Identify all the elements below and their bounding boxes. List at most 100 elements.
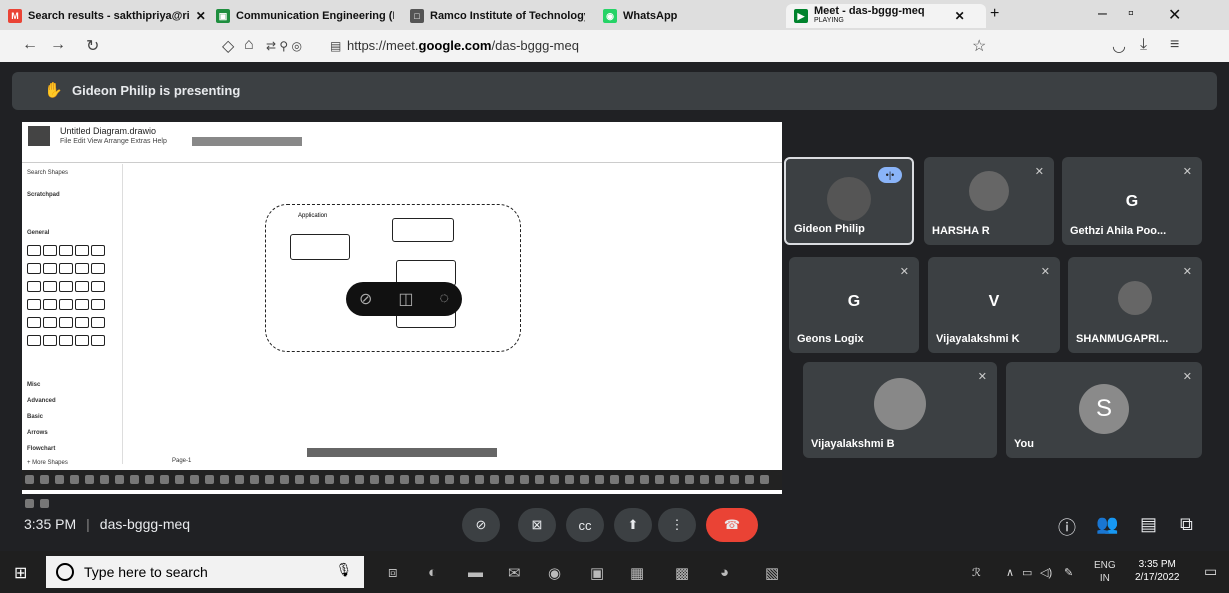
section-label: General [27,230,50,236]
more-options-button[interactable]: ⋮ [658,508,696,542]
participant-tile[interactable]: ✕ SHANMUGAPRI... [1068,257,1202,353]
shield-icon[interactable]: ◇ [222,36,234,56]
permissions-icon[interactable]: ⇄ ⚲ ◎ [266,39,302,53]
mic-off-icon: ✕ [1040,266,1050,278]
maximize-button[interactable]: ▫ [1128,5,1134,23]
meeting-code: das-bggg-meq [99,516,191,532]
file-explorer-icon[interactable]: ▬ [468,564,483,581]
new-tab-button[interactable]: + [990,5,999,23]
mic-off-icon: ✕ [977,371,987,383]
captions-button[interactable]: cc [566,508,604,542]
shared-screen: Untitled Diagram.drawio File Edit View A… [22,122,782,508]
drawio-logo [28,126,50,146]
section-label: Misc [27,382,41,388]
more-vert-icon: ⋮ [670,517,684,532]
firefox-icon[interactable]: ◕ [720,564,729,581]
mail-icon[interactable]: ✉ [508,564,521,582]
participant-tile[interactable]: •|• Gideon Philip [784,157,914,245]
self-tile[interactable]: S ✕ You [1006,362,1202,458]
participant-tile[interactable]: G ✕ Gethzi Ahila Poo... [1062,157,1202,245]
notification-icon[interactable]: ▭ [1204,563,1217,580]
people-tray-icon[interactable]: ℛ [972,566,981,579]
people-icon[interactable]: 👥 [1096,514,1118,535]
meeting-time: 3:35 PM [24,516,77,532]
participant-tile[interactable]: G ✕ Geons Logix [789,257,919,353]
camera-off-icon: ⊠ [531,517,543,532]
site-icon: □ [410,9,424,23]
volume-icon[interactable]: ◁) [1040,566,1052,579]
cortana-icon [56,563,74,581]
diagram-node [392,218,454,242]
mic-off-icon: ✕ [1182,371,1192,383]
taskbar-clock[interactable]: 3:35 PM 2/17/2022 [1135,558,1180,584]
chevron-up-icon[interactable]: ∧ [1006,566,1014,579]
url-field[interactable]: https://meet.google.com/das-bggg-meq [347,38,579,53]
camera-off-icon: ◫ [398,291,414,308]
avatar [874,378,926,430]
close-icon[interactable]: ✕ [777,9,778,23]
participant-tile[interactable]: V ✕ Vijayalakshmi K [928,257,1060,353]
participant-initial: V [988,293,1000,310]
doc-title: Untitled Diagram.drawio [60,126,157,136]
chrome-icon[interactable]: ◉ [548,564,561,582]
menu-icon[interactable]: ≡ [1170,36,1179,54]
language-indicator[interactable]: ENG IN [1094,559,1116,585]
sharing-notice [307,448,497,457]
windows-start-icon[interactable]: ⊞ [14,563,27,583]
back-icon[interactable]: ← [22,36,38,54]
tab-ramco[interactable]: □ Ramco Institute of Technology ✕ [410,4,585,28]
taskbar-search-box[interactable]: Type here to search 🎙 [46,556,364,588]
mic-off-icon: ✕ [1182,166,1192,178]
participant-tile[interactable]: ✕ HARSHA R [924,157,1054,245]
task-view-icon[interactable]: ⧈ [388,564,398,581]
photos-icon[interactable]: ▩ [675,564,689,582]
tab-gmail[interactable]: M Search results - sakthipriya@ri ✕ [8,4,208,28]
powerpoint-icon[interactable]: ▧ [765,564,779,582]
participant-name: Gideon Philip [794,223,865,235]
store-icon[interactable]: ▣ [590,564,604,582]
tab-label: Ramco Institute of Technology [430,10,585,22]
self-avatar: S [1079,384,1129,434]
lock-icon[interactable]: ⌂ [244,36,254,54]
meet-control-bar: 3:35 PM | das-bggg-meq ⊘ ⊠ cc ⬆ ⋮ ☎ ⓘ 👥 ▤ … [0,500,1229,550]
camera-toggle-button[interactable]: ⊠ [518,508,556,542]
participant-name: Geons Logix [797,333,864,345]
bookmark-star-icon[interactable]: ☆ [972,36,986,56]
clock-date: 2/17/2022 [1135,572,1180,583]
shape-search: Search Shapes [27,170,69,176]
tab-classroom[interactable]: ▣ Communication Engineering (I ✕ [216,4,394,28]
activities-icon[interactable]: ⧉ [1180,514,1193,535]
presenter-taskbar [22,470,782,508]
forward-icon[interactable]: → [50,36,66,54]
minimize-button[interactable]: – [1098,5,1107,23]
download-icon[interactable]: ⤓ [1140,36,1147,54]
tab-meet[interactable]: ▶ Meet - das-bggg-meq PLAYING ✕ [786,4,986,28]
pen-icon[interactable]: ✎ [1064,566,1073,579]
doc-banner [192,137,302,146]
lang-code: ENG [1094,560,1116,571]
microphone-icon[interactable]: 🎙 [335,562,352,578]
present-button[interactable]: ⬆ [614,508,652,542]
leave-call-button[interactable]: ☎ [706,508,758,542]
avatar [827,177,871,221]
participant-initial: G [847,293,861,310]
info-icon[interactable]: ⓘ [1058,514,1076,540]
close-window-button[interactable]: ✕ [1168,5,1181,25]
reload-icon[interactable]: ↻ [86,36,99,56]
tab-label: Search results - sakthipriya@ri [28,10,190,22]
more-icon: ◌ [439,290,449,307]
chat-icon[interactable]: ▤ [1140,514,1157,535]
close-icon[interactable]: ✕ [196,9,206,23]
pocket-icon[interactable]: ◡ [1112,36,1126,56]
mic-toggle-button[interactable]: ⊘ [462,508,500,542]
page-tab: Page-1 [172,458,192,464]
node-label: Application [298,213,328,219]
network-icon[interactable]: ▭ [1022,566,1032,579]
close-icon[interactable]: ✕ [955,9,965,23]
tab-whatsapp[interactable]: ◉ WhatsApp ✕ [603,4,778,28]
edge-icon[interactable]: ◐ [428,564,437,581]
doc-toolbar [22,150,782,163]
presenter-controls-overlay: ⊘ ◫ ◌ [346,282,462,316]
participant-tile[interactable]: ✕ Vijayalakshmi B [803,362,997,458]
excel-icon[interactable]: ▦ [630,564,644,582]
